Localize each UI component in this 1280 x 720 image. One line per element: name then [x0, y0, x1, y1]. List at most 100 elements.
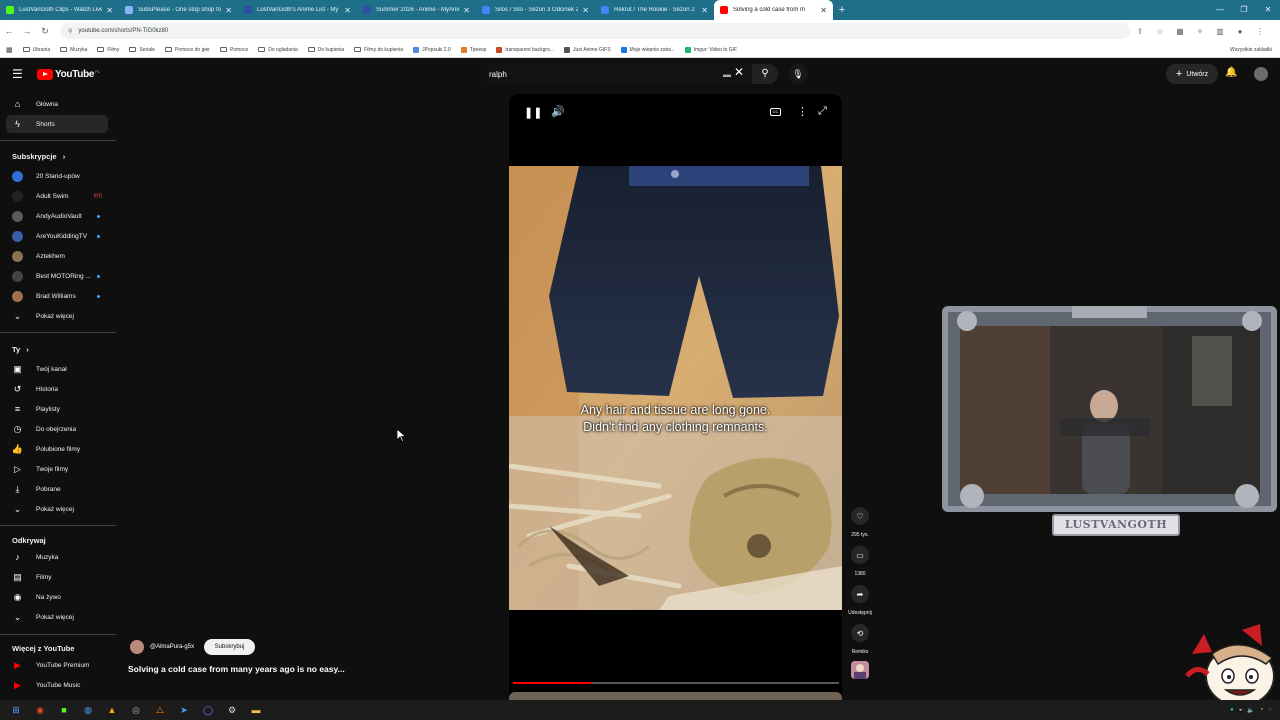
more-from-youtube-header[interactable]: Więcej z YouTube [12, 644, 74, 653]
progress-bar[interactable] [513, 682, 839, 684]
youtube-logo[interactable]: YouTube PL [37, 69, 100, 80]
channel-name[interactable]: @AlmaPura-g5x [150, 644, 194, 650]
extensions-puzzle-icon[interactable]: ✧ [1190, 27, 1210, 36]
bookmark-item[interactable]: Imgur: Video to GIF [684, 46, 737, 53]
next-short-preview[interactable] [509, 692, 842, 700]
install-app-icon[interactable]: ⇪ [1130, 27, 1150, 36]
browser-menu-icon[interactable]: ⋮ [1250, 27, 1270, 36]
notifications-bell-icon[interactable]: 🔔 [1225, 67, 1237, 78]
remix-button[interactable]: ⟲ [851, 624, 869, 642]
account-avatar[interactable] [1254, 67, 1268, 81]
search-button[interactable]: ⚲ [752, 64, 778, 84]
all-bookmarks-folder[interactable]: Wszystkie zakładki [1230, 47, 1272, 53]
pause-icon[interactable]: ❚❚ [524, 106, 542, 119]
tab-close-icon[interactable]: ✕ [701, 6, 708, 15]
tray-volume-icon[interactable]: 🔈 [1247, 707, 1254, 714]
guide-menu-icon[interactable]: ☰ [12, 68, 24, 80]
sidebar-item[interactable]: 👍 Polubione filmy [6, 440, 108, 458]
sidebar-item[interactable]: ▶ YouTube Music [6, 676, 108, 694]
browser-tab[interactable]: LustVanGoth Clips - Watch Live ✕ [0, 0, 119, 20]
maximize-icon[interactable]: ❐ [1232, 0, 1256, 20]
voice-search-button[interactable]: 🎙 [788, 64, 808, 84]
sidebar-item[interactable]: ◷ Do obejrzenia [6, 420, 108, 438]
bookmark-item[interactable]: Do kupienia [307, 47, 344, 53]
kick-app-icon[interactable]: ■ [56, 702, 72, 718]
sound-thumbnail[interactable] [851, 661, 869, 679]
sidebar-item[interactable]: ▣ Twój kanał [6, 360, 108, 378]
channel-avatar[interactable] [130, 640, 144, 654]
tab-close-icon[interactable]: ✕ [463, 6, 470, 15]
bookmark-item[interactable]: Pomoce do gier [164, 47, 210, 53]
bookmark-star-icon[interactable]: ☆ [1150, 27, 1170, 36]
sidebar-item[interactable]: AndyAudioVault [6, 207, 108, 225]
sidebar-item[interactable]: ⌂ Główna [6, 95, 108, 113]
tab-close-icon[interactable]: ✕ [344, 6, 351, 15]
bookmark-item[interactable]: Filmy do kupienia [354, 47, 403, 53]
comments-button[interactable]: ▭ [851, 546, 869, 564]
subscribe-button[interactable]: Subskrybuj [204, 639, 255, 655]
bookmark-item[interactable]: Ubrania [22, 47, 50, 53]
sidebar-item[interactable]: ⌄ Pokaż więcej [6, 307, 108, 325]
sidebar-item[interactable]: Aztekhem [6, 247, 108, 265]
address-bar[interactable]: ⚲ youtube.com/shorts/PN-TiG0kz80 [60, 23, 1130, 39]
bookmark-item[interactable]: Seriale [129, 47, 155, 53]
more-options-icon[interactable]: ⋮ [797, 105, 808, 118]
obs-icon[interactable]: ◎ [128, 702, 144, 718]
sidebar-item[interactable]: ⌄ Pokaż więcej [6, 608, 108, 626]
explore-header[interactable]: Odkrywaj [12, 536, 46, 545]
clear-search-icon[interactable]: ✕ [734, 65, 744, 79]
cone-icon[interactable]: ⧍ [152, 702, 168, 718]
sidebar-item[interactable]: ♪ Muzyka [6, 548, 108, 566]
sidebar-item[interactable]: ▷ Twoje filmy [6, 460, 108, 478]
share-button[interactable]: ➦ [851, 585, 869, 603]
browser-tab[interactable]: Silos / Silo - Sezon 3 Odcinek 2 ✕ [476, 0, 595, 20]
sidebar-item[interactable]: 20 Stand-upów [6, 167, 108, 185]
bookmark-item[interactable]: Just Anime GIFS [564, 46, 611, 53]
new-tab-button[interactable]: + [833, 4, 851, 16]
bookmark-item[interactable]: Moje wtepnie zatw... [620, 46, 675, 53]
bookmark-item[interactable]: JPopsuki 2.0 [413, 46, 451, 53]
app-circle-icon[interactable]: ◯ [200, 702, 216, 718]
sidebar-item[interactable]: ▶ YouTube Premium [6, 656, 108, 674]
browser-tab[interactable]: Solving a cold case from m ✕ [714, 0, 833, 20]
bookmark-item[interactable]: Pomoce [219, 47, 248, 53]
close-window-icon[interactable]: ✕ [1256, 0, 1280, 20]
forward-icon[interactable]: → [18, 26, 36, 36]
tab-close-icon[interactable]: ✕ [225, 6, 232, 15]
video-frame[interactable] [509, 166, 842, 610]
tab-close-icon[interactable]: ✕ [582, 6, 589, 15]
like-button[interactable]: ♡ [851, 507, 869, 525]
tray-wifi-icon[interactable]: ◔ [1260, 707, 1264, 713]
sidebar-item[interactable]: ⌄ Pokaż więcej [6, 500, 108, 518]
steam-icon[interactable]: ⚙ [224, 702, 240, 718]
volume-icon[interactable]: 🔊 [551, 105, 565, 118]
bookmark-item[interactable]: transparent backgro... [496, 46, 554, 53]
bookmark-item[interactable]: Muzyka [60, 47, 87, 53]
sidebar-item[interactable]: Brad Williams [6, 287, 108, 305]
fullscreen-icon[interactable]: ⤢ [818, 105, 827, 118]
sidebar-item[interactable]: Best MOTORing ... [6, 267, 108, 285]
sidebar-item[interactable]: AreYouKiddingTV [6, 227, 108, 245]
browser-tab[interactable]: LustVanGoth's Anime List - My ✕ [238, 0, 357, 20]
keyboard-icon[interactable]: ▬ [723, 70, 731, 79]
bookmark-item[interactable]: Filmy [97, 47, 119, 53]
file-explorer-icon[interactable]: ▬ [248, 702, 264, 718]
sidebar-item[interactable]: ◉ Na żywo [6, 588, 108, 606]
profile-icon[interactable]: ● [1230, 27, 1250, 36]
short-title[interactable]: Solving a cold case from many years ago … [128, 664, 345, 674]
bookmark-item[interactable]: Tpeesp [460, 46, 486, 53]
sidebar-item[interactable]: ≡ Playlisty [6, 400, 108, 418]
telegram-icon[interactable]: ➤ [176, 702, 192, 718]
browser-tab[interactable]: SubsPlease - One stop shop for ✕ [119, 0, 238, 20]
search-input[interactable]: ralph [480, 64, 752, 84]
back-icon[interactable]: ← [0, 26, 18, 36]
profile-split-icon[interactable]: ▥ [1210, 27, 1230, 36]
minimize-icon[interactable]: — [1208, 0, 1232, 20]
create-button[interactable]: + Utwórz [1166, 64, 1218, 84]
tray-app-icon[interactable]: ● [1230, 707, 1234, 713]
start-menu-icon[interactable]: ⊞ [8, 702, 24, 718]
site-info-icon[interactable]: ⚲ [68, 28, 72, 35]
shorts-player[interactable]: ❚❚ 🔊 CC ⋮ ⤢ Any hair and tissue are long… [509, 94, 842, 700]
browser-tab[interactable]: Summer 2026 - Anime - MyAnim ✕ [357, 0, 476, 20]
tray-network-icon[interactable]: ◒ [1239, 707, 1243, 713]
